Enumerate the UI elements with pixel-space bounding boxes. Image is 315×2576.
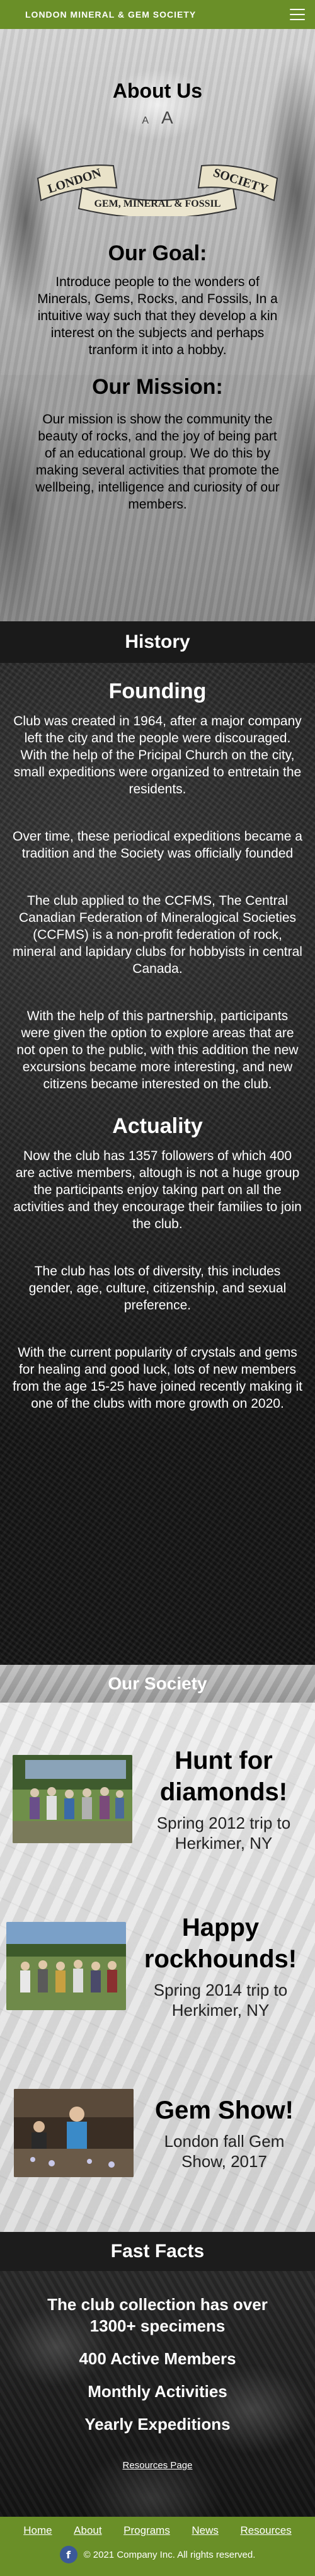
- trip-text: Happy rockhounds! Spring 2014 trip to He…: [126, 1912, 309, 2020]
- trip-subtitle: Spring 2012 trip to Herkimer, NY: [156, 1813, 291, 1853]
- society-logo: LONDON GEM, MINERAL & FOSSIL SOCIETY: [37, 164, 278, 219]
- fact-item: 400 Active Members: [79, 2349, 236, 2368]
- about-section: About Us A A LONDON GEM, MINERAL & FOSSI…: [0, 29, 315, 621]
- footer-link-programs[interactable]: Programs: [123, 2524, 170, 2537]
- group-photo-image: [6, 1921, 126, 2010]
- fact-item: Monthly Activities: [88, 2382, 227, 2401]
- footer: Home About Programs News Resources f © 2…: [0, 2517, 315, 2576]
- copyright-text: © 2021 Company Inc. All rights reserved.: [83, 2549, 256, 2560]
- fact-item: Yearly Expeditions: [84, 2415, 231, 2434]
- site-brand[interactable]: LONDON MINERAL & GEM SOCIETY: [25, 9, 196, 20]
- actuality-title: Actuality: [112, 1114, 203, 1138]
- founding-paragraph: Over time, these periodical expeditions …: [13, 829, 302, 861]
- actuality-paragraph: Now the club has 1357 followers of which…: [13, 1149, 302, 1231]
- society-section: Hunt for diamonds! Spring 2012 trip to H…: [0, 1703, 315, 2232]
- history-header: History: [0, 621, 315, 663]
- resources-page-link[interactable]: Resources Page: [123, 2460, 193, 2471]
- trip-card: Gem Show! London fall Gem Show, 2017: [0, 2049, 315, 2216]
- footer-bottom: f © 2021 Company Inc. All rights reserve…: [0, 2546, 315, 2563]
- trip-text: Hunt for diamonds! Spring 2012 trip to H…: [132, 1745, 309, 1853]
- top-navbar: LONDON MINERAL & GEM SOCIETY: [0, 0, 315, 29]
- founding-paragraph: Club was created in 1964, after a major …: [13, 714, 302, 796]
- footer-link-about[interactable]: About: [74, 2524, 101, 2537]
- society-logo-banner: LONDON GEM, MINERAL & FOSSIL SOCIETY: [32, 147, 284, 219]
- trip-card: Hunt for diamonds! Spring 2012 trip to H…: [0, 1715, 315, 1882]
- fast-facts-header: Fast Facts: [0, 2232, 315, 2271]
- logo-text-center: GEM, MINERAL & FOSSIL: [94, 198, 221, 209]
- trip-title: Gem Show!: [154, 2096, 294, 2124]
- fast-facts-section: The club collection has over 1300+ speci…: [0, 2271, 315, 2517]
- trip-title: Hunt for diamonds!: [159, 1746, 288, 1806]
- font-size-control: A A: [0, 108, 315, 128]
- gem-show-photo-image: [14, 2088, 134, 2177]
- actuality-paragraph: With the current popularity of crystals …: [13, 1345, 302, 1411]
- footer-nav: Home About Programs News Resources: [0, 2524, 315, 2537]
- history-section: Founding Club was created in 1964, after…: [0, 663, 315, 1665]
- footer-link-resources[interactable]: Resources: [240, 2524, 291, 2537]
- facebook-icon[interactable]: f: [59, 2546, 77, 2563]
- mission-title: Our Mission:: [92, 375, 223, 399]
- fact-item: The club collection has over 1300+ speci…: [47, 2295, 268, 2335]
- mission-text: Our mission is show the community the be…: [35, 412, 280, 512]
- mission-block: Our Mission: Our mission is show the com…: [0, 375, 315, 513]
- trip-text: Gem Show! London fall Gem Show, 2017: [134, 2095, 309, 2171]
- trip-title: Happy rockhounds!: [144, 1913, 297, 1973]
- founding-paragraph: The club applied to the CCFMS, The Centr…: [13, 894, 302, 976]
- trip-subtitle: London fall Gem Show, 2017: [164, 2131, 285, 2171]
- goal-text: Introduce people to the wonders of Miner…: [37, 275, 278, 357]
- group-photo-image: [13, 1754, 132, 1843]
- increase-font-button[interactable]: A: [161, 108, 173, 128]
- decrease-font-button[interactable]: A: [142, 115, 149, 127]
- goal-title: Our Goal:: [108, 241, 207, 265]
- footer-link-home[interactable]: Home: [23, 2524, 52, 2537]
- founding-paragraph: With the help of this partnership, parti…: [16, 1009, 299, 1091]
- trip-card: Happy rockhounds! Spring 2014 trip to He…: [0, 1882, 315, 2049]
- society-header: Our Society: [0, 1665, 315, 1703]
- actuality-paragraph: The club has lots of diversity, this inc…: [28, 1264, 287, 1313]
- trip-subtitle: Spring 2014 trip to Herkimer, NY: [153, 1980, 288, 2020]
- hamburger-menu-icon[interactable]: [290, 9, 305, 20]
- founding-title: Founding: [108, 679, 207, 703]
- footer-link-news[interactable]: News: [192, 2524, 219, 2537]
- about-title: About Us: [112, 79, 203, 102]
